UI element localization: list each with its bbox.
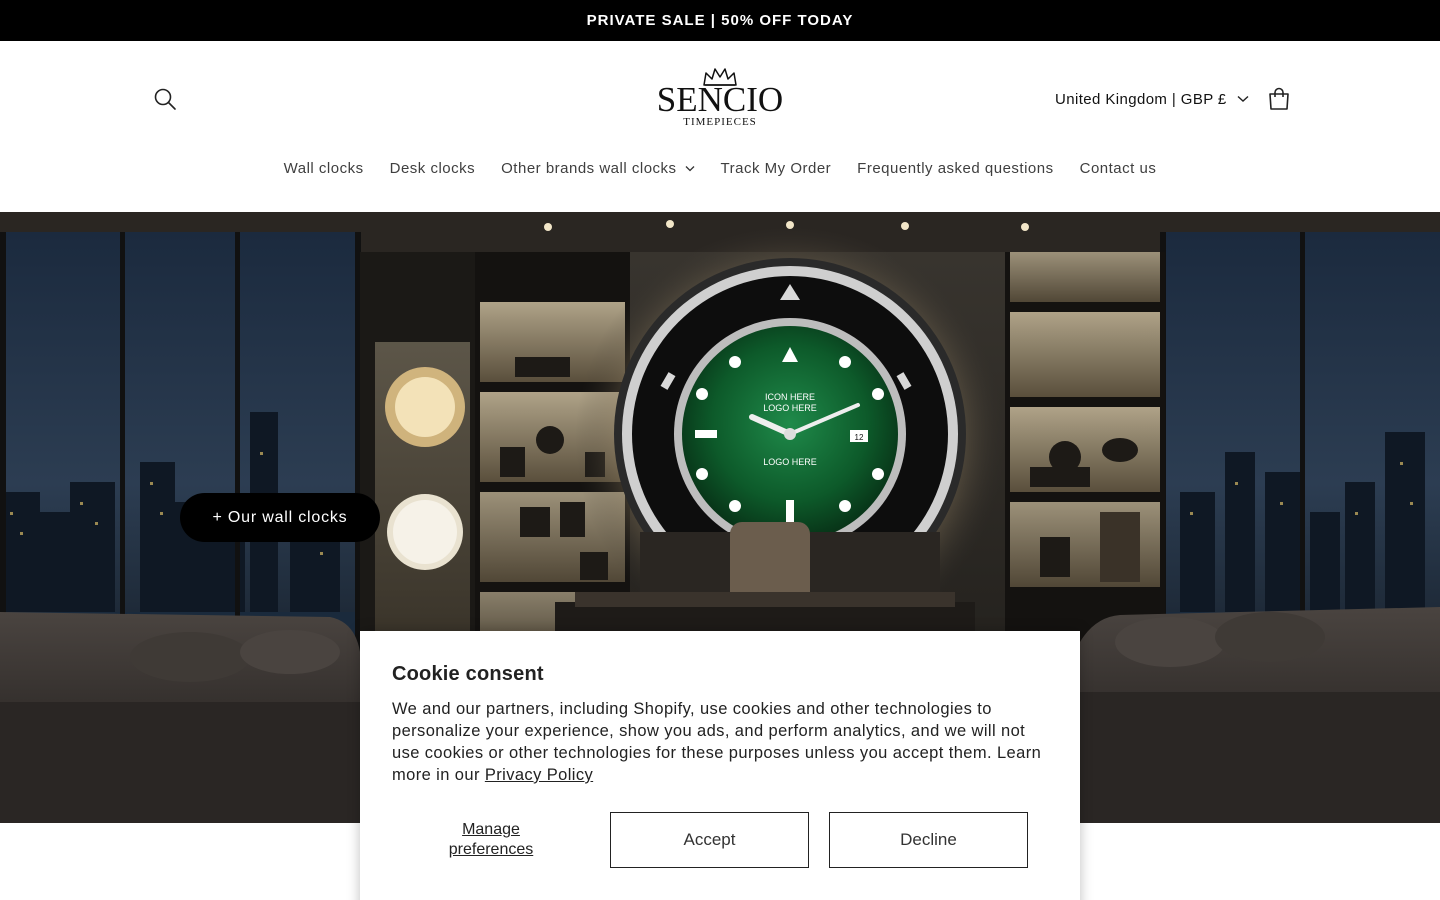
privacy-policy-link[interactable]: Privacy Policy <box>485 766 593 784</box>
cookie-consent-dialog: Cookie consent We and our partners, incl… <box>360 631 1080 900</box>
decline-button[interactable]: Decline <box>829 812 1028 868</box>
chevron-down-icon <box>1237 95 1249 102</box>
nav-item-contact[interactable]: Contact us <box>1067 160 1170 177</box>
logo-subtitle: TIMEPIECES <box>683 116 757 128</box>
search-icon <box>154 88 176 110</box>
nav-item-desk-clocks[interactable]: Desk clocks <box>377 160 489 177</box>
svg-text:LOGO HERE: LOGO HERE <box>763 457 817 467</box>
nav-item-track-order[interactable]: Track My Order <box>708 160 845 177</box>
chevron-down-icon <box>685 165 695 171</box>
accept-button[interactable]: Accept <box>610 812 809 868</box>
site-header: SENCIO TIMEPIECES United Kingdom | GBP £… <box>0 41 1440 212</box>
cookie-actions: Manage preferences Accept Decline <box>392 812 1028 868</box>
manage-label-line2: preferences <box>448 841 534 858</box>
search-button[interactable] <box>151 85 179 113</box>
nav-item-label: Other brands wall clocks <box>501 159 677 177</box>
nav-item-label: Desk clocks <box>389 159 476 177</box>
site-logo[interactable]: SENCIO TIMEPIECES <box>640 65 800 131</box>
cart-icon <box>1269 87 1289 110</box>
nav-item-wall-clocks[interactable]: Wall clocks <box>271 160 377 177</box>
nav-item-label: Frequently asked questions <box>857 159 1054 177</box>
locale-selector[interactable]: United Kingdom | GBP £ <box>1055 88 1249 110</box>
locale-label: United Kingdom | GBP £ <box>1055 90 1227 108</box>
announcement-text: PRIVATE SALE | 50% OFF TODAY <box>586 12 854 29</box>
cart-button[interactable] <box>1265 85 1293 113</box>
svg-text:12: 12 <box>855 433 864 442</box>
nav-item-label: Track My Order <box>720 159 832 177</box>
announcement-bar: PRIVATE SALE | 50% OFF TODAY <box>0 0 1440 41</box>
nav-item-other-brands[interactable]: Other brands wall clocks <box>488 160 707 177</box>
our-wall-clocks-button[interactable]: + Our wall clocks <box>180 493 380 542</box>
cookie-title: Cookie consent <box>392 663 544 685</box>
svg-text:ICON HERE: ICON HERE <box>765 392 815 402</box>
nav-item-label: Wall clocks <box>283 159 364 177</box>
cookie-body: We and our partners, including Shopify, … <box>392 698 1048 786</box>
logo-name: SENCIO <box>656 80 784 119</box>
nav-item-faq[interactable]: Frequently asked questions <box>844 160 1066 177</box>
svg-text:LOGO HERE: LOGO HERE <box>763 403 817 413</box>
nav-item-label: Contact us <box>1079 159 1157 177</box>
main-navigation: Wall clocks Desk clocks Other brands wal… <box>0 153 1440 183</box>
manage-label-line1: Manage <box>462 821 520 838</box>
manage-preferences-button[interactable]: Manage preferences <box>392 820 590 860</box>
